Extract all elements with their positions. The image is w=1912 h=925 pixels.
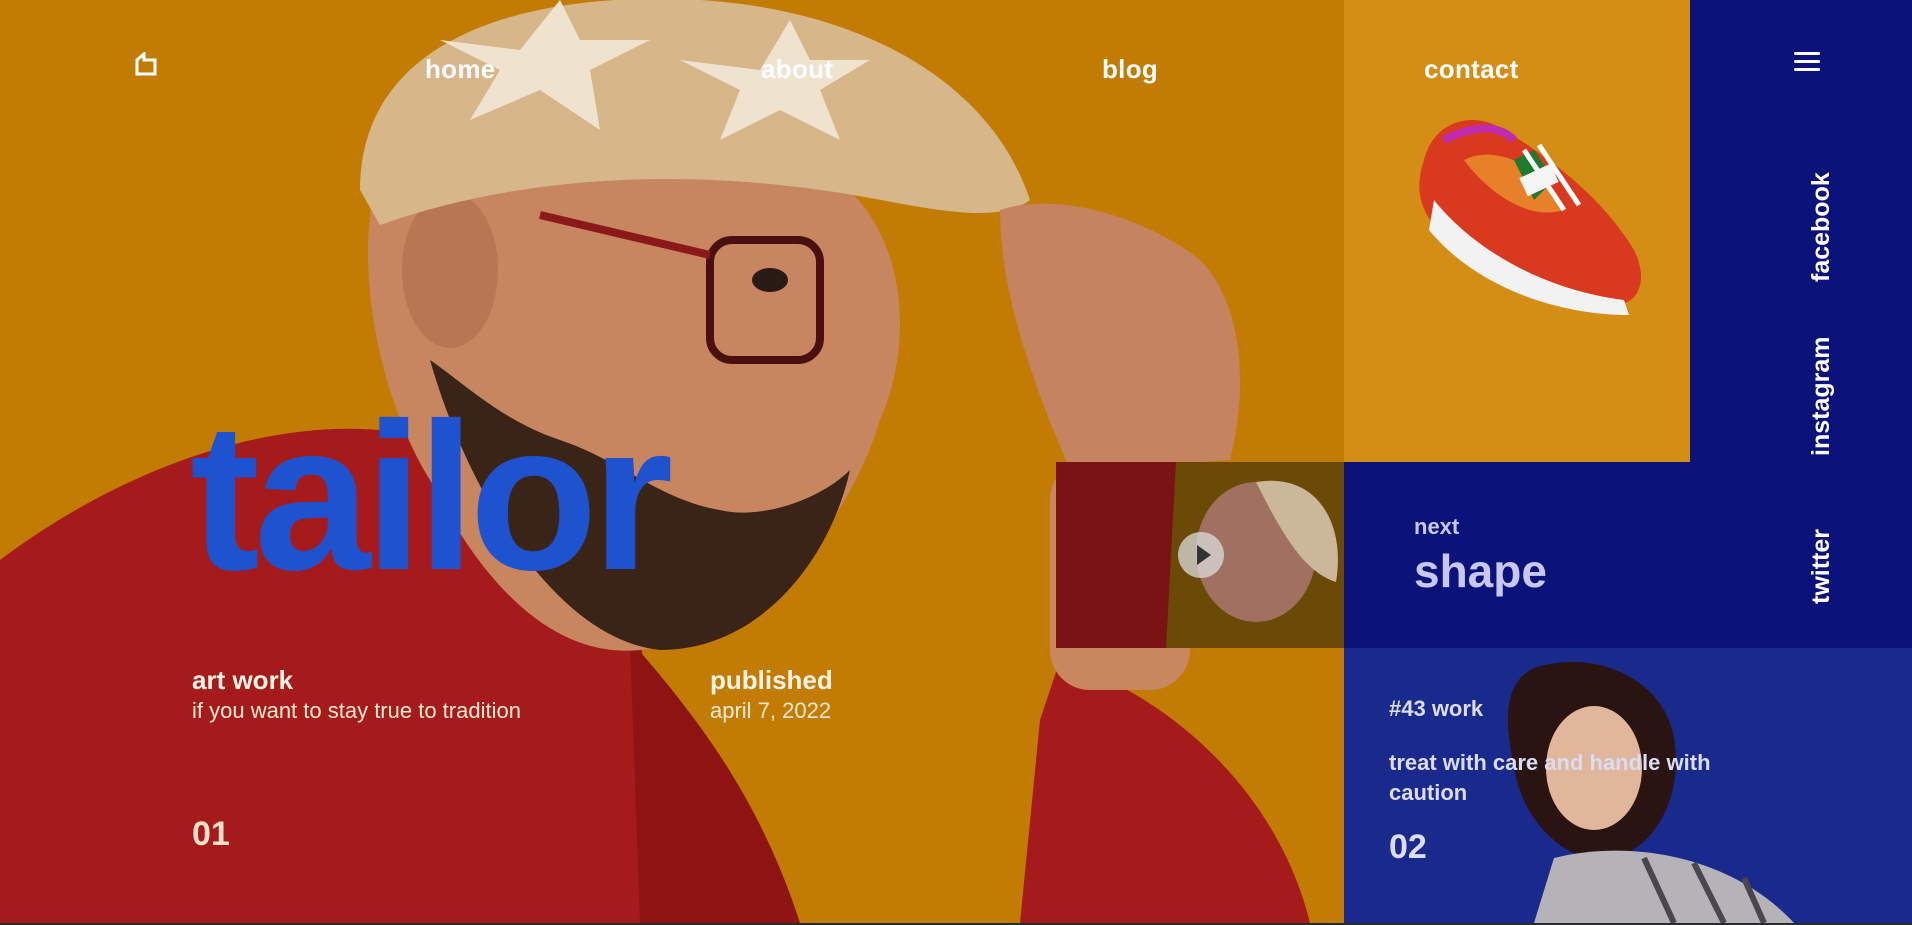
- hamburger-menu-icon[interactable]: [1794, 52, 1820, 76]
- hero-title: tailor: [190, 379, 673, 614]
- work-label: #43 work: [1389, 696, 1484, 721]
- nav-about-link[interactable]: about: [761, 54, 833, 85]
- artwork-text: if you want to stay true to tradition: [192, 698, 521, 723]
- artwork-info: art work if you want to stay true to tra…: [192, 665, 522, 726]
- nav-blog-link[interactable]: blog: [1102, 54, 1158, 85]
- nav-contact-link[interactable]: contact: [1424, 54, 1519, 85]
- published-date: april 7, 2022: [710, 698, 832, 723]
- play-icon[interactable]: [1178, 532, 1224, 578]
- home-logo-icon[interactable]: [134, 52, 158, 76]
- video-thumbnail[interactable]: [1056, 462, 1344, 648]
- instagram-link[interactable]: instagram: [1807, 337, 1836, 456]
- social-sidebar: facebook instagram twitter: [1690, 0, 1912, 648]
- artwork-heading: art work: [192, 665, 294, 695]
- top-navigation: home about blog contact: [0, 0, 1690, 140]
- twitter-link[interactable]: twitter: [1807, 529, 1836, 604]
- work-description: treat with care and handle with caution: [1389, 750, 1711, 805]
- published-heading: published: [710, 665, 833, 695]
- next-label: next: [1414, 514, 1460, 539]
- work-panel: #43 work treat with care and handle with…: [1344, 648, 1912, 923]
- next-panel[interactable]: next shape: [1344, 462, 1690, 648]
- nav-home-link[interactable]: home: [425, 54, 496, 85]
- next-title[interactable]: shape: [1414, 544, 1547, 598]
- facebook-link[interactable]: facebook: [1807, 172, 1836, 282]
- slide-number: 01: [192, 815, 230, 853]
- work-number: 02: [1389, 828, 1427, 866]
- published-info: published april 7, 2022: [710, 665, 930, 726]
